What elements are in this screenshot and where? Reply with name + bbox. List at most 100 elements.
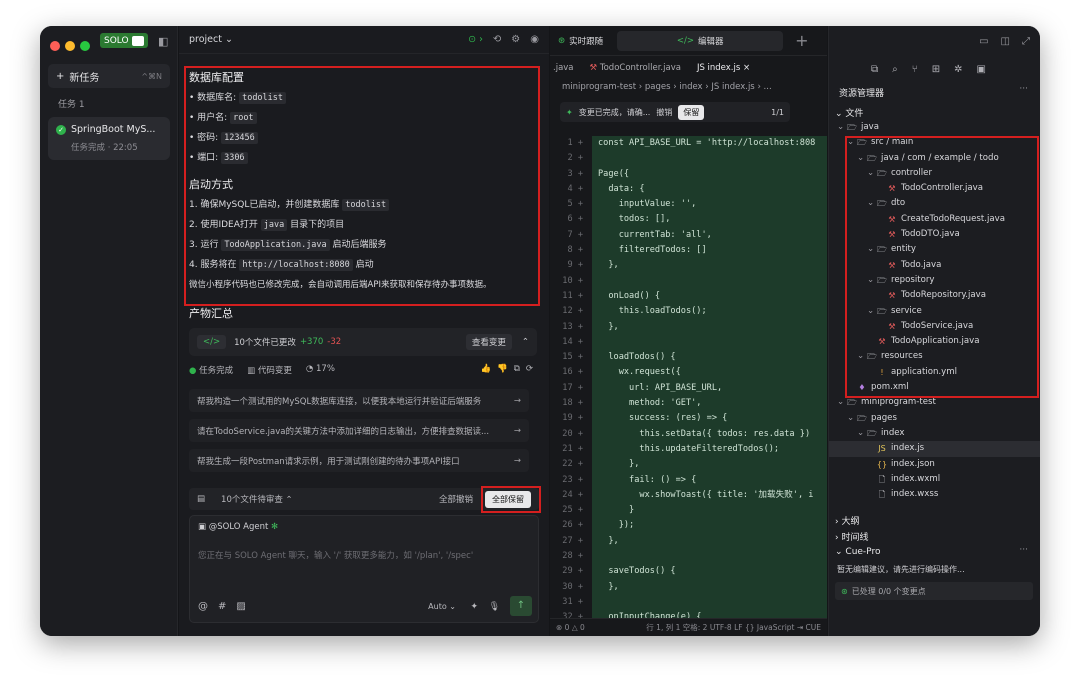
code-area[interactable]: 1 + const API_BASE_URL = 'http://localhos… bbox=[550, 136, 827, 626]
remote-icon[interactable]: ▣ bbox=[977, 64, 986, 75]
line-number: 16 + bbox=[562, 367, 583, 378]
problems-count[interactable]: ⊗ 0 △ 0 bbox=[556, 623, 585, 632]
code-line: 26 + }); bbox=[550, 518, 827, 534]
code-line: 11 + onLoad() { bbox=[550, 288, 827, 305]
code-line: 20 + this.setData({ todos: res.data }) bbox=[550, 426, 827, 442]
history-icon[interactable]: ⟲ bbox=[493, 34, 501, 45]
more-icon[interactable]: ··· bbox=[1019, 545, 1028, 555]
new-task-label: 新任务 bbox=[69, 72, 100, 84]
undo-all-button[interactable]: 全部撤销 bbox=[439, 493, 473, 505]
code-text: } bbox=[592, 503, 827, 519]
shortcut: ^⌘N bbox=[141, 71, 162, 81]
code-line: 21 + this.updateFilteredTodos(); bbox=[550, 441, 827, 458]
folder-icon: 🗁 bbox=[867, 428, 877, 438]
timeline-section[interactable]: › 时间线 bbox=[835, 530, 868, 543]
layout-icon[interactable]: ▭ bbox=[979, 36, 988, 47]
sparkle-icon[interactable]: ✦ bbox=[470, 602, 478, 612]
new-task-button[interactable]: + 新任务 ^⌘N bbox=[48, 64, 170, 88]
chevron-icon[interactable]: ⌃ bbox=[522, 337, 529, 347]
tree-item[interactable]: 🗋 index.wxss bbox=[829, 487, 1040, 502]
code-text: this.setData({ todos: res.data }) bbox=[592, 426, 827, 442]
tab-editor[interactable]: </> 编辑器 bbox=[617, 30, 784, 51]
line-number: 22 + bbox=[562, 459, 583, 470]
send-button[interactable]: ↑ bbox=[510, 596, 532, 616]
change-nav[interactable]: 1/1 bbox=[771, 108, 784, 117]
tree-item[interactable]: JS index.js bbox=[829, 441, 1040, 457]
keep-button[interactable]: 保留 bbox=[678, 104, 705, 120]
minimize-icon[interactable] bbox=[65, 41, 75, 51]
chat-input[interactable]: ▣ @SOLO Agent ✻ 您正在与 SOLO Agent 聊天，输入 '/… bbox=[189, 515, 539, 623]
code-text bbox=[592, 334, 827, 351]
user-icon[interactable]: ◉ bbox=[530, 34, 539, 45]
suggestion-item[interactable]: 帮我生成一段Postman请求示例，用于测试刚创建的待办事项API接口 → bbox=[189, 449, 529, 472]
search-icon[interactable]: ⌕ bbox=[892, 64, 898, 75]
list-item: 4. 服务将在 http://localhost:8080 启动 bbox=[189, 259, 374, 271]
code-line: 8 + filteredTodos: [] bbox=[550, 243, 827, 259]
file-icon: 🗋 bbox=[878, 490, 886, 500]
status-info: 行 1, 列 1 空格: 2 UTF-8 LF {} JavaScript ⇥ … bbox=[646, 623, 821, 632]
list-item: 2. 使用IDEA打开 java 目录下的项目 bbox=[189, 219, 345, 231]
code-text: data: { bbox=[592, 181, 827, 198]
app-window: SOLO ◧ + 新任务 ^⌘N 任务 1 ✓ SpringBoot MyS... 任… bbox=[40, 26, 1040, 636]
git-icon[interactable]: ⑂ bbox=[912, 64, 918, 75]
add-tab-icon[interactable]: + bbox=[795, 31, 808, 50]
tree-item[interactable]: ⌄ 🗁 java bbox=[829, 120, 1040, 135]
line-number: 11 + bbox=[562, 290, 583, 301]
line-number: 18 + bbox=[562, 398, 583, 409]
line-number: 6 + bbox=[567, 214, 583, 225]
solo-badge: SOLO bbox=[100, 33, 148, 48]
task-card[interactable]: ✓ SpringBoot MyS... 任务完成 · 22:05 bbox=[48, 117, 170, 160]
feedback-icons[interactable]: 👍👎⧉⟳ bbox=[481, 364, 539, 376]
code-text: url: API_BASE_URL, bbox=[592, 380, 827, 397]
file-tab-active[interactable]: JS index.js × bbox=[697, 63, 750, 73]
sidebar-toggle-icon[interactable]: ◧ bbox=[158, 35, 168, 48]
split-icon[interactable]: ◫ bbox=[1001, 36, 1010, 47]
tree-item[interactable]: ⌄ 🗁 index bbox=[829, 426, 1040, 441]
code-text: wx.request({ bbox=[592, 365, 827, 381]
cue-message: 暂无编辑建议，请先进行编码操作... bbox=[837, 565, 965, 574]
code-line: 9 + }, bbox=[550, 258, 827, 274]
cue-section[interactable]: ⌄ Cue-Pro bbox=[835, 547, 880, 557]
code-line: 14 + bbox=[550, 334, 827, 351]
file-icon: JS bbox=[878, 444, 886, 454]
view-changes-button[interactable]: 查看变更 bbox=[465, 334, 512, 350]
code-text: }, bbox=[592, 258, 827, 274]
mic-icon[interactable]: 🎙 bbox=[489, 602, 500, 612]
undo-button[interactable]: 撤销 bbox=[656, 107, 672, 118]
list-item: • 密码: 123456 bbox=[189, 132, 539, 144]
tree-item[interactable]: {} index.json bbox=[829, 457, 1040, 472]
code-text: todos: [], bbox=[592, 212, 827, 228]
expand-icon[interactable]: ⤢ bbox=[1022, 36, 1030, 47]
explorer-title: 资源管理器 bbox=[839, 89, 885, 99]
pending-label[interactable]: 10个文件待审查 ⌃ bbox=[221, 493, 293, 505]
code-line: 30 + }, bbox=[550, 579, 827, 595]
extensions-icon[interactable]: ⊞ bbox=[932, 64, 940, 75]
tab-live[interactable]: ⊛ 实时跟随 bbox=[550, 31, 611, 51]
gear-icon[interactable]: ⚙ bbox=[511, 34, 520, 45]
tree-item[interactable]: ⌄ 🗁 pages bbox=[829, 411, 1040, 426]
tree-item[interactable]: 🗋 index.wxml bbox=[829, 472, 1040, 487]
files-icon[interactable]: ⧉ bbox=[871, 64, 878, 75]
code-line: 27 + }, bbox=[550, 533, 827, 550]
chevron-icon: ⌄ bbox=[847, 412, 855, 423]
maximize-icon[interactable] bbox=[80, 41, 90, 51]
files-section[interactable]: ⌄ 文件 bbox=[835, 106, 863, 119]
project-selector[interactable]: project ⌄ bbox=[189, 34, 233, 45]
line-number: 8 + bbox=[567, 245, 583, 256]
outline-section[interactable]: › 大纲 bbox=[835, 514, 859, 527]
suggestion-item[interactable]: 帮我构造一个测试用的MySQL数据库连接，以便我本地运行并验证后端服务 → bbox=[189, 389, 529, 412]
plus-icon: + bbox=[56, 70, 65, 82]
code-line: 3 + Page({ bbox=[550, 166, 827, 182]
debug-icon[interactable]: ✲ bbox=[954, 64, 962, 75]
highlight-box-tree bbox=[845, 136, 1039, 398]
close-icon[interactable] bbox=[50, 41, 60, 51]
line-number: 26 + bbox=[562, 520, 583, 531]
mode-selector[interactable]: Auto ⌄ bbox=[428, 602, 456, 611]
file-tab[interactable]: .java bbox=[553, 63, 574, 73]
run-icon[interactable]: ⊙ › bbox=[468, 34, 483, 45]
more-icon[interactable]: ··· bbox=[1019, 84, 1028, 94]
file-tab[interactable]: ⚒ TodoController.java bbox=[590, 63, 681, 73]
input-tools[interactable]: @#▨ bbox=[198, 601, 256, 612]
suggestion-item[interactable]: 请在TodoService.java的关键方法中添加详细的日志输出，方便排查数据… bbox=[189, 419, 529, 442]
window-controls bbox=[50, 36, 95, 55]
